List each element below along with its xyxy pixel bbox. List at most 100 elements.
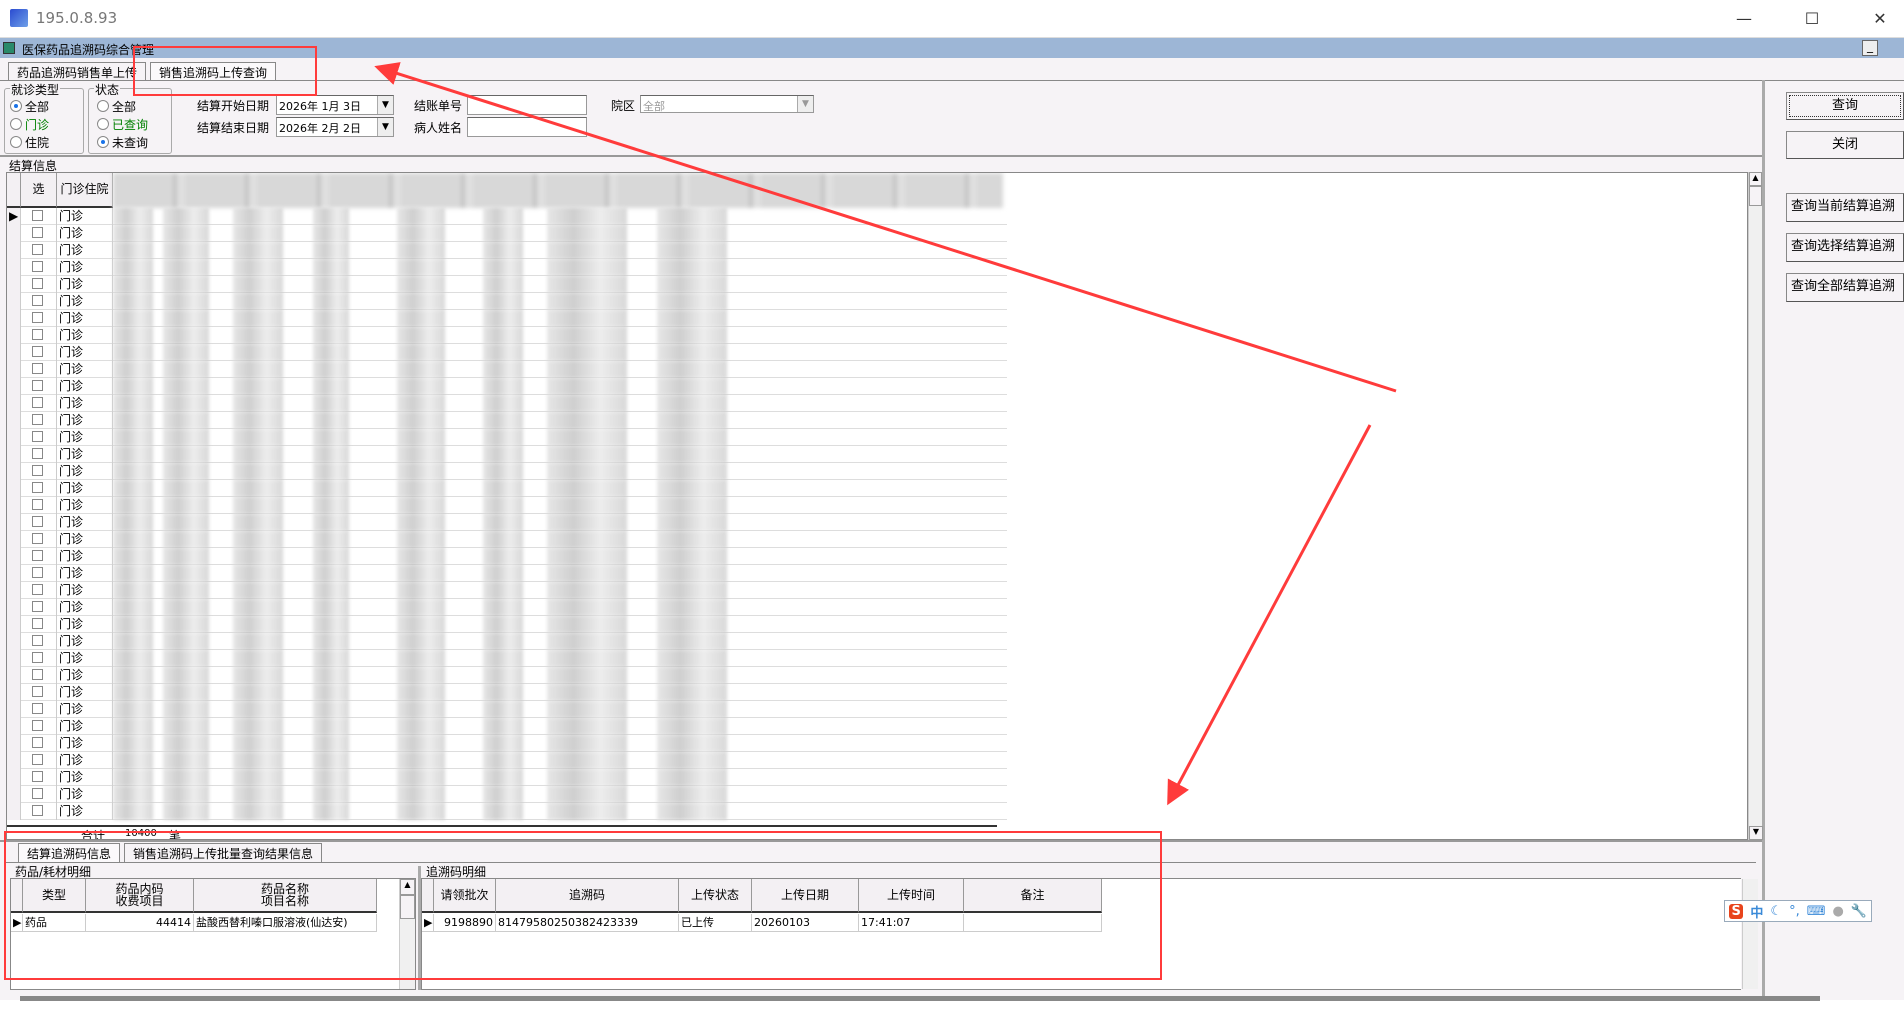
cell-visit-type[interactable]: 门诊 (57, 735, 113, 752)
keyboard-icon[interactable]: ⌨ (1807, 904, 1826, 919)
table-row[interactable]: 门诊 (7, 310, 1007, 327)
header-trace-code[interactable]: 追溯码 (496, 879, 679, 913)
select-checkbox[interactable] (21, 361, 57, 378)
table-row[interactable]: 门诊 (7, 565, 1007, 582)
select-checkbox[interactable] (21, 293, 57, 310)
trace-scrollbar[interactable] (1742, 879, 1758, 989)
table-row[interactable]: 门诊 (7, 667, 1007, 684)
cell-visit-type[interactable]: 门诊 (57, 463, 113, 480)
cell-type[interactable]: 药品 (23, 914, 86, 932)
cell-visit-type[interactable]: 门诊 (57, 616, 113, 633)
user-icon[interactable]: ● (1832, 904, 1843, 919)
radio-all[interactable]: 全部 (10, 97, 49, 115)
header-drug-code[interactable]: 药品内码 收费项目 (86, 879, 194, 913)
select-checkbox[interactable] (21, 531, 57, 548)
select-checkbox[interactable] (21, 786, 57, 803)
cell-visit-type[interactable]: 门诊 (57, 310, 113, 327)
cell-visit-type[interactable]: 门诊 (57, 803, 113, 820)
drug-scrollbar[interactable]: ▲ (399, 879, 415, 989)
dropdown-arrow-icon[interactable]: ▼ (797, 96, 813, 112)
table-row[interactable]: 门诊 (7, 769, 1007, 786)
radio-inpatient[interactable]: 住院 (10, 133, 49, 151)
cell-visit-type[interactable]: 门诊 (57, 565, 113, 582)
cell-visit-type[interactable]: 门诊 (57, 259, 113, 276)
ime-mode[interactable]: 中 (1750, 902, 1763, 921)
cell-visit-type[interactable]: 门诊 (57, 599, 113, 616)
cell-visit-type[interactable]: 门诊 (57, 208, 113, 225)
table-row[interactable]: 门诊 (7, 633, 1007, 650)
settlement-grid[interactable]: 选 门诊住院 ▶ 门诊 门诊 门诊 门诊 门诊 门诊 门诊 门诊 门诊 门诊 门诊 门诊 门诊 门诊 门诊 门诊… (6, 172, 1748, 840)
cell-visit-type[interactable]: 门诊 (57, 514, 113, 531)
cell-visit-type[interactable]: 门诊 (57, 650, 113, 667)
select-checkbox[interactable] (21, 667, 57, 684)
table-row[interactable]: ▶ 门诊 (7, 208, 1007, 225)
select-checkbox[interactable] (21, 497, 57, 514)
radio-queried[interactable]: 已查询 (97, 115, 148, 133)
table-row[interactable]: 门诊 (7, 463, 1007, 480)
close-button[interactable]: 关闭 (1786, 131, 1904, 159)
cell-drug-code[interactable]: 44414 (86, 914, 194, 932)
patient-name-input[interactable] (467, 117, 587, 137)
select-checkbox[interactable] (21, 344, 57, 361)
table-row[interactable]: 门诊 (7, 599, 1007, 616)
select-checkbox[interactable] (21, 548, 57, 565)
cell-visit-type[interactable]: 门诊 (57, 684, 113, 701)
select-checkbox[interactable] (21, 395, 57, 412)
select-checkbox[interactable] (21, 225, 57, 242)
cell-visit-type[interactable]: 门诊 (57, 395, 113, 412)
select-checkbox[interactable] (21, 446, 57, 463)
cell-visit-type[interactable]: 门诊 (57, 701, 113, 718)
select-checkbox[interactable] (21, 616, 57, 633)
table-row[interactable]: 门诊 (7, 616, 1007, 633)
cell-visit-type[interactable]: 门诊 (57, 769, 113, 786)
cell-visit-type[interactable]: 门诊 (57, 531, 113, 548)
horizontal-scrollbar[interactable] (20, 996, 1820, 1001)
moon-icon[interactable]: ☾ (1770, 904, 1782, 919)
table-row[interactable]: 门诊 (7, 361, 1007, 378)
tab-settlement-trace[interactable]: 结算追溯码信息 (18, 843, 121, 862)
select-checkbox[interactable] (21, 752, 57, 769)
punctuation-icon[interactable]: °, (1789, 904, 1800, 919)
select-checkbox[interactable] (21, 480, 57, 497)
table-row[interactable]: 门诊 (7, 242, 1007, 259)
table-row[interactable]: 门诊 (7, 378, 1007, 395)
scroll-down-icon[interactable]: ▼ (1749, 826, 1763, 840)
cell-visit-type[interactable]: 门诊 (57, 378, 113, 395)
table-row[interactable]: 门诊 (7, 650, 1007, 667)
header-select[interactable]: 选 (21, 173, 57, 208)
select-checkbox[interactable] (21, 208, 57, 225)
cell-visit-type[interactable]: 门诊 (57, 752, 113, 769)
select-checkbox[interactable] (21, 599, 57, 616)
scroll-up-icon[interactable]: ▲ (400, 879, 415, 895)
select-checkbox[interactable] (21, 327, 57, 344)
cell-visit-type[interactable]: 门诊 (57, 718, 113, 735)
cell-visit-type[interactable]: 门诊 (57, 548, 113, 565)
table-row[interactable]: 门诊 (7, 225, 1007, 242)
drug-detail-grid[interactable]: 类型 药品内码 收费项目 药品名称 项目名称 ▶ 药品 44414 盐酸西替利嗪… (10, 878, 416, 990)
table-row[interactable]: 门诊 (7, 259, 1007, 276)
table-row[interactable]: 门诊 (7, 684, 1007, 701)
header-upload-time[interactable]: 上传时间 (859, 879, 964, 913)
select-checkbox[interactable] (21, 650, 57, 667)
header-upload-date[interactable]: 上传日期 (752, 879, 859, 913)
select-checkbox[interactable] (21, 582, 57, 599)
tab-upload-query[interactable]: 销售追溯码上传查询 (150, 62, 277, 81)
radio-outpatient[interactable]: 门诊 (10, 115, 49, 133)
cell-visit-type[interactable]: 门诊 (57, 480, 113, 497)
table-row[interactable]: 门诊 (7, 548, 1007, 565)
table-row[interactable]: 门诊 (7, 803, 1007, 820)
cell-visit-type[interactable]: 门诊 (57, 412, 113, 429)
query-button[interactable]: 查询 (1786, 92, 1904, 120)
ime-toolbar[interactable]: S 中 ☾ °, ⌨ ● 🔧 (1724, 900, 1872, 922)
select-checkbox[interactable] (21, 565, 57, 582)
radio-not-queried[interactable]: 未查询 (97, 133, 148, 151)
scroll-thumb[interactable] (1749, 186, 1762, 206)
select-checkbox[interactable] (21, 463, 57, 480)
dropdown-arrow-icon[interactable]: ▼ (377, 96, 393, 114)
trace-detail-grid[interactable]: 请领批次 追溯码 上传状态 上传日期 上传时间 备注 ▶ 9198890 814… (421, 878, 1758, 990)
wrench-icon[interactable]: 🔧 (1851, 904, 1867, 919)
table-row[interactable]: 门诊 (7, 276, 1007, 293)
table-row[interactable]: 门诊 (7, 429, 1007, 446)
select-checkbox[interactable] (21, 803, 57, 820)
cell-upload-status[interactable]: 已上传 (679, 914, 752, 932)
